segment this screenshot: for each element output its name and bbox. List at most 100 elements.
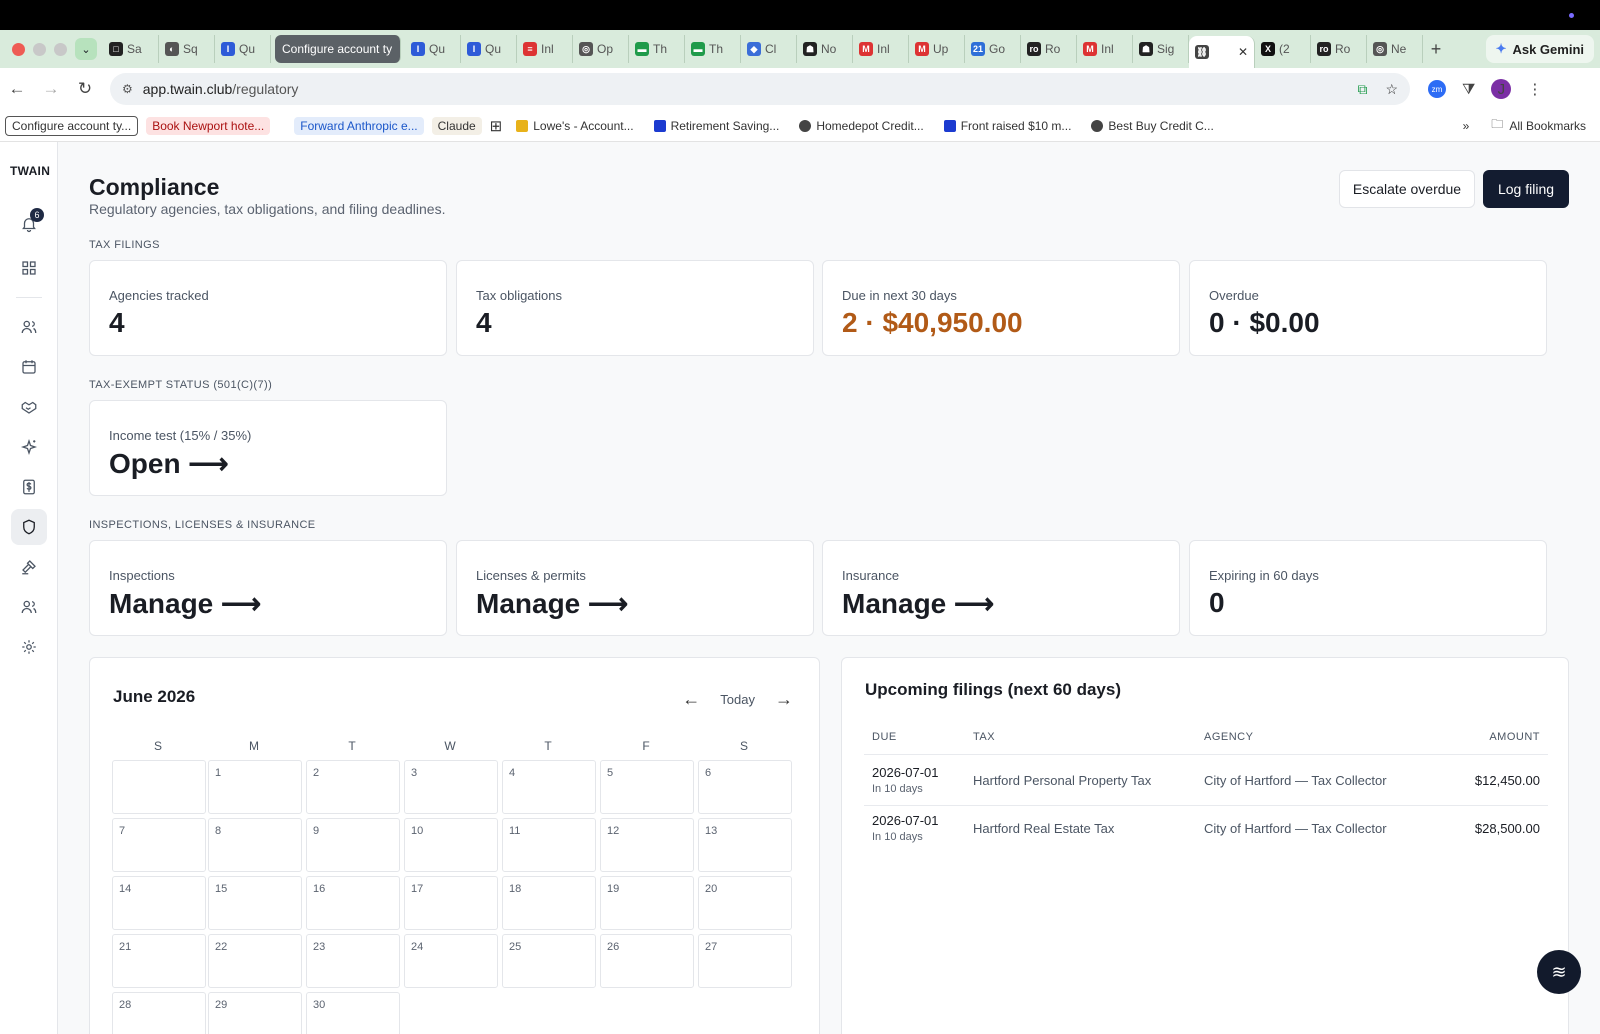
url-field[interactable]: ⚙ app.twain.club/regulatory ⧉ ☆ [110, 73, 1410, 105]
calendar-day[interactable]: 11 [502, 818, 596, 872]
sidebar-item-settings[interactable] [11, 629, 47, 665]
all-bookmarks[interactable]: 🗀 All Bookmarks [1491, 115, 1586, 136]
calendar-day[interactable]: 1 [208, 760, 302, 814]
stat-card[interactable]: Licenses & permits Manage ⟶ [456, 540, 814, 636]
calendar-day[interactable]: 30 [306, 992, 400, 1034]
site-info-icon[interactable]: ⚙ [122, 82, 133, 96]
apps-grid-icon[interactable]: ⊞ [490, 117, 503, 135]
calendar-next-button[interactable]: → [775, 689, 793, 710]
extensions-icon[interactable]: ⧩ [1462, 81, 1475, 98]
zoom-extension-icon[interactable]: zm [1428, 80, 1446, 98]
calendar-day[interactable]: 26 [600, 934, 694, 988]
browser-tab[interactable]: M Inl [1077, 35, 1133, 63]
calendar-day[interactable]: 21 [112, 934, 206, 988]
minimize-window-button[interactable] [33, 42, 46, 56]
stat-card[interactable]: Overdue 0 · $0.00 [1189, 260, 1547, 356]
app-logo[interactable]: TWAIN [10, 164, 50, 178]
browser-tab[interactable]: ◐ Sq [159, 35, 215, 63]
calendar-day[interactable]: 27 [698, 934, 792, 988]
calendar-day[interactable]: 9 [306, 818, 400, 872]
calendar-day[interactable]: 3 [404, 760, 498, 814]
calendar-prev-button[interactable]: ← [682, 689, 700, 710]
browser-tab[interactable]: Configure account ty [275, 35, 401, 63]
bookmark-item[interactable]: Book Newport hote... [146, 116, 271, 135]
sidebar-item-dashboard[interactable] [11, 250, 47, 286]
back-icon[interactable]: ← [0, 79, 34, 99]
install-app-icon[interactable]: ⧉ [1357, 81, 1367, 98]
browser-tab[interactable]: 21 Go [965, 35, 1021, 63]
bookmark-item[interactable]: Lowe's - Account... [510, 117, 639, 135]
calendar-day[interactable]: 7 [112, 818, 206, 872]
chat-widget-button[interactable]: ≋ [1537, 950, 1581, 994]
calendar-day[interactable]: 20 [698, 876, 792, 930]
stat-card[interactable]: Insurance Manage ⟶ [822, 540, 1180, 636]
stat-card[interactable]: Inspections Manage ⟶ [89, 540, 447, 636]
forward-icon[interactable]: → [34, 79, 68, 99]
bookmark-item[interactable]: Forward Anthropic e... [294, 116, 424, 135]
new-tab-button[interactable]: + [1423, 39, 1449, 60]
sidebar-item-legal[interactable] [11, 549, 47, 585]
browser-tab[interactable]: I Qu [461, 35, 517, 63]
calendar-day[interactable] [112, 760, 206, 814]
calendar-day[interactable]: 17 [404, 876, 498, 930]
stat-card[interactable]: Expiring in 60 days 0 [1189, 540, 1547, 636]
calendar-day[interactable]: 10 [404, 818, 498, 872]
sidebar-item-billing[interactable] [11, 469, 47, 505]
calendar-day[interactable]: 2 [306, 760, 400, 814]
calendar-day[interactable]: 19 [600, 876, 694, 930]
bookmark-item[interactable]: Best Buy Credit C... [1085, 117, 1219, 135]
bookmark-item[interactable]: Front raised $10 m... [938, 117, 1078, 135]
bookmark-item[interactable]: Retirement Saving... [648, 117, 786, 135]
browser-tab[interactable]: ☗ No [797, 35, 853, 63]
browser-tab[interactable]: X (2 [1255, 35, 1311, 63]
sidebar-item-compliance[interactable] [11, 509, 47, 545]
browser-tab[interactable]: ro Ro [1021, 35, 1077, 63]
stat-card[interactable]: Agencies tracked 4 [89, 260, 447, 356]
calendar-day[interactable]: 4 [502, 760, 596, 814]
calendar-day[interactable]: 24 [404, 934, 498, 988]
calendar-day[interactable]: 22 [208, 934, 302, 988]
calendar-day[interactable]: 8 [208, 818, 302, 872]
close-tab-icon[interactable]: ✕ [1238, 45, 1248, 59]
browser-tab[interactable]: M Up [909, 35, 965, 63]
escalate-overdue-button[interactable]: Escalate overdue [1339, 170, 1475, 208]
sidebar-item-ai[interactable] [11, 429, 47, 465]
calendar-day[interactable]: 12 [600, 818, 694, 872]
notifications-button[interactable]: 6 [11, 206, 47, 242]
sidebar-item-partners[interactable] [11, 389, 47, 425]
sidebar-item-members[interactable] [11, 309, 47, 345]
calendar-day[interactable]: 29 [208, 992, 302, 1034]
browser-tab[interactable]: I Qu [215, 35, 271, 63]
browser-tab[interactable]: ⛓ ✕ [1189, 36, 1255, 68]
tab-search-button[interactable]: ⌄ [75, 38, 97, 60]
calendar-day[interactable]: 25 [502, 934, 596, 988]
calendar-day[interactable]: 6 [698, 760, 792, 814]
browser-tab[interactable]: I Qu [405, 35, 461, 63]
sidebar-item-staff[interactable] [11, 589, 47, 625]
calendar-day[interactable]: 23 [306, 934, 400, 988]
browser-tab[interactable]: □ Sa [103, 35, 159, 63]
profile-avatar[interactable]: J [1491, 79, 1512, 99]
browser-tab[interactable]: ◎ Op [573, 35, 629, 63]
browser-tab[interactable]: ◎ Ne [1367, 35, 1423, 63]
bookmark-item[interactable]: Configure account ty... [5, 115, 139, 136]
stat-card[interactable]: Tax obligations 4 [456, 260, 814, 356]
calendar-day[interactable]: 14 [112, 876, 206, 930]
sidebar-item-calendar[interactable] [11, 349, 47, 385]
more-bookmarks-icon[interactable]: » [1463, 119, 1470, 133]
calendar-day[interactable]: 16 [306, 876, 400, 930]
log-filing-button[interactable]: Log filing [1483, 170, 1569, 208]
browser-tab[interactable]: ro Ro [1311, 35, 1367, 63]
calendar-day[interactable]: 13 [698, 818, 792, 872]
close-window-button[interactable] [12, 42, 25, 56]
calendar-day[interactable]: 18 [502, 876, 596, 930]
income-test-card[interactable]: Income test (15% / 35%) Open ⟶ [89, 400, 447, 496]
bookmark-item[interactable]: Claude [431, 116, 482, 135]
browser-tab[interactable]: ▬ Th [685, 35, 741, 63]
calendar-day[interactable]: 15 [208, 876, 302, 930]
bookmark-item[interactable]: Homedepot Credit... [793, 117, 929, 135]
calendar-day[interactable]: 5 [600, 760, 694, 814]
browser-menu-icon[interactable]: ⋮ [1527, 80, 1542, 98]
browser-tab[interactable]: ▬ Th [629, 35, 685, 63]
browser-tab[interactable]: ≡ Inl [517, 35, 573, 63]
